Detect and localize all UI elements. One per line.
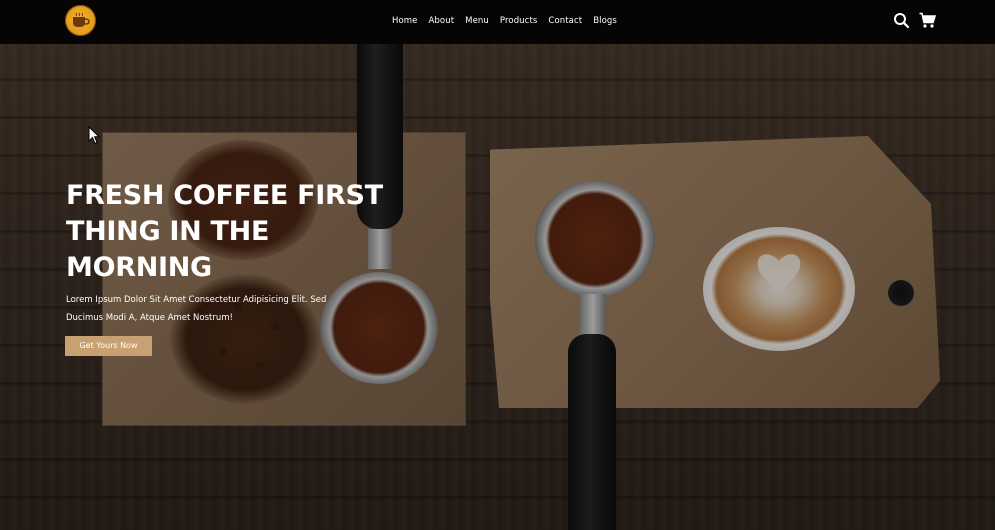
nav-link-menu[interactable]: Menu xyxy=(465,16,489,26)
main-nav: Home About Menu Products Contact Blogs xyxy=(392,16,628,26)
mouse-cursor-icon xyxy=(88,126,100,145)
nav-link-products[interactable]: Products xyxy=(500,16,538,26)
hero-subtitle: Lorem Ipsum Dolor Sit Amet Consectetur A… xyxy=(66,295,327,323)
hero-dark-overlay xyxy=(0,44,995,530)
nav-link-contact[interactable]: Contact xyxy=(548,16,582,26)
nav-icons xyxy=(893,12,937,29)
hero-section xyxy=(0,44,995,530)
nav-link-home[interactable]: Home xyxy=(392,16,418,26)
page: Home About Menu Products Contact Blogs F… xyxy=(0,0,995,530)
get-yours-now-button[interactable]: Get Yours Now xyxy=(65,336,152,356)
nav-link-about[interactable]: About xyxy=(429,16,455,26)
navbar: Home About Menu Products Contact Blogs xyxy=(0,0,995,44)
search-icon[interactable] xyxy=(893,12,910,29)
coffee-cup-logo-icon[interactable] xyxy=(65,5,96,36)
hero-title: FRESH COFFEE FIRST THING IN THE MORNING xyxy=(66,180,383,283)
cart-icon[interactable] xyxy=(919,12,937,29)
nav-link-blogs[interactable]: Blogs xyxy=(593,16,617,26)
